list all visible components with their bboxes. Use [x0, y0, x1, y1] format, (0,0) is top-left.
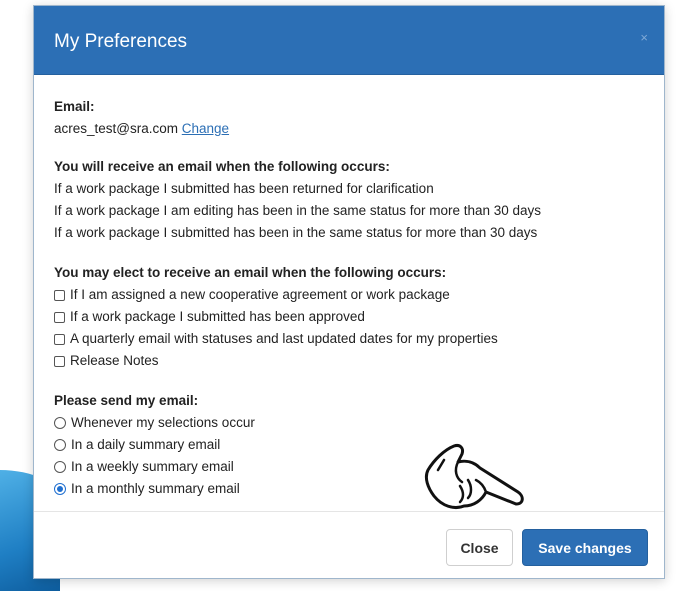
radio-whenever[interactable]: Whenever my selections occur [54, 412, 644, 434]
modal-footer: Close Save changes [34, 511, 664, 578]
option-label: A quarterly email with statuses and last… [70, 331, 498, 346]
auto-notification-item: If a work package I am editing has been … [54, 203, 542, 218]
frequency-heading: Please send my email: [54, 393, 199, 408]
auto-notifications-heading: You will receive an email when the follo… [54, 159, 390, 174]
checkbox[interactable] [54, 289, 65, 301]
email-section: Email: acres_test@sra.com Change [54, 96, 644, 140]
radio-label: In a weekly summary email [71, 459, 234, 474]
save-changes-button[interactable]: Save changes [522, 529, 648, 566]
radio-weekly[interactable]: In a weekly summary email [54, 456, 644, 478]
checkbox[interactable] [54, 311, 65, 323]
email-label: Email: [54, 99, 95, 114]
radio-button[interactable] [54, 439, 66, 451]
checkbox[interactable] [54, 333, 65, 345]
frequency-section: Please send my email: Whenever my select… [54, 390, 644, 500]
radio-button[interactable] [54, 461, 66, 473]
radio-button[interactable] [54, 417, 66, 429]
modal-header: My Preferences × [34, 6, 664, 75]
email-address: acres_test@sra.com [54, 121, 178, 136]
auto-notification-item: If a work package I submitted has been i… [54, 225, 538, 240]
checkbox[interactable] [54, 355, 65, 367]
auto-notification-item: If a work package I submitted has been r… [54, 181, 434, 196]
option-release-notes[interactable]: Release Notes [54, 350, 644, 372]
radio-monthly[interactable]: In a monthly summary email [54, 478, 644, 500]
option-package-approved[interactable]: If a work package I submitted has been a… [54, 306, 644, 328]
radio-label: Whenever my selections occur [71, 415, 255, 430]
close-icon[interactable]: × [640, 30, 648, 45]
option-label: If a work package I submitted has been a… [70, 309, 365, 324]
option-label: Release Notes [70, 353, 159, 368]
radio-button-selected[interactable] [54, 483, 66, 495]
optional-notifications-section: You may elect to receive an email when t… [54, 262, 644, 372]
close-button[interactable]: Close [446, 529, 513, 566]
hand-pointer-icon [424, 444, 524, 510]
modal-title: My Preferences [54, 31, 188, 52]
preferences-modal: My Preferences × Email: acres_test@sra.c… [33, 5, 665, 579]
option-label: If I am assigned a new cooperative agree… [70, 287, 450, 302]
radio-daily[interactable]: In a daily summary email [54, 434, 644, 456]
modal-body: Email: acres_test@sra.com Change You wil… [34, 75, 664, 500]
option-assigned-new[interactable]: If I am assigned a new cooperative agree… [54, 284, 644, 306]
radio-label: In a monthly summary email [71, 481, 240, 496]
auto-notifications-section: You will receive an email when the follo… [54, 156, 644, 244]
optional-notifications-heading: You may elect to receive an email when t… [54, 265, 447, 280]
change-email-link[interactable]: Change [182, 121, 229, 136]
option-quarterly-email[interactable]: A quarterly email with statuses and last… [54, 328, 644, 350]
radio-label: In a daily summary email [71, 437, 221, 452]
